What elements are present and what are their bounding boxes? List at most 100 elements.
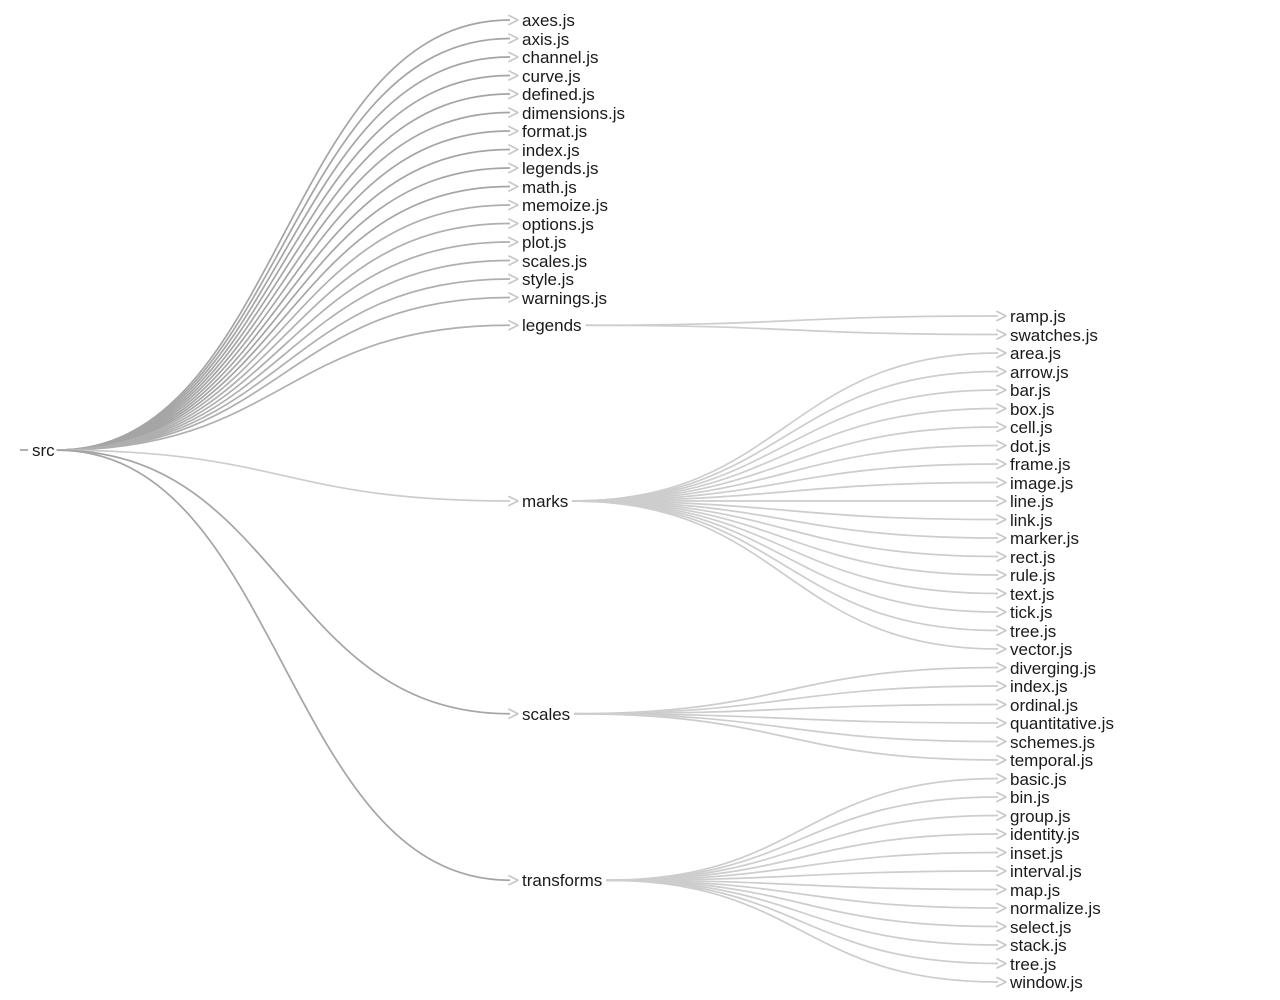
tree-link [572,427,998,501]
arrow-icon [997,737,1006,746]
node-folder-legends: legends [522,317,582,334]
node-file-inset-js: inset.js [1010,845,1063,862]
arrow-icon [997,330,1006,339]
arrow-icon [997,941,1006,950]
tree-link [606,880,998,889]
node-file-rule-js: rule.js [1010,567,1055,584]
tree-link [57,450,510,880]
arrow-icon [509,293,518,302]
arrow-icon [997,349,1006,358]
node-file-temporal-js: temporal.js [1010,752,1093,769]
arrow-icon [509,71,518,80]
node-file-defined-js: defined.js [522,86,595,103]
tree-link [57,298,510,451]
node-file-tree-js: tree.js [1010,956,1056,973]
tree-link [606,880,998,945]
node-file-vector-js: vector.js [1010,641,1072,658]
arrow-icon [997,959,1006,968]
node-file-tree-js: tree.js [1010,623,1056,640]
tree-link [57,150,510,451]
arrow-icon [509,238,518,247]
tree-link [57,20,510,450]
arrow-icon [509,709,518,718]
tree-link [572,501,998,520]
tree-link [572,446,998,502]
tree-link [606,797,998,880]
node-file-rect-js: rect.js [1010,549,1055,566]
tree-link [57,168,510,450]
node-file-link-js: link.js [1010,512,1053,529]
tree-link [572,390,998,501]
tree-link [572,464,998,501]
tree-link [572,372,998,502]
tree-link [572,501,998,557]
arrow-icon [997,645,1006,654]
node-file-channel-js: channel.js [522,49,599,66]
arrow-icon [997,478,1006,487]
arrow-icon [997,423,1006,432]
tree-link [57,131,510,450]
node-file-group-js: group.js [1010,808,1070,825]
tree-link [606,871,998,880]
arrow-icon [997,497,1006,506]
node-file-axes-js: axes.js [522,12,575,29]
tree-link [572,501,998,631]
tree-link [574,714,998,723]
tree-link [574,705,998,714]
node-file-scales-js: scales.js [522,253,587,270]
arrow-icon [997,312,1006,321]
tree-link [606,853,998,881]
arrow-icon [509,127,518,136]
arrow-icon [997,589,1006,598]
tree-link [57,94,510,450]
tree-link [606,816,998,881]
arrow-icon [997,682,1006,691]
tree-link [57,261,510,451]
root-tick [20,449,28,451]
arrow-icon [997,978,1006,987]
tree-link [57,279,510,450]
tree-link [574,686,998,714]
arrow-icon [997,441,1006,450]
tree-link [606,880,998,982]
tree-link [57,450,510,714]
arrow-icon [997,830,1006,839]
tree-link [606,880,998,963]
arrow-icon [997,885,1006,894]
tree-link [574,714,998,760]
tree-link [572,501,998,575]
arrow-icon [509,164,518,173]
node-file-box-js: box.js [1010,401,1054,418]
node-file-swatches-js: swatches.js [1010,327,1098,344]
tree-link [57,113,510,451]
tree-link [57,242,510,450]
node-file-diverging-js: diverging.js [1010,660,1096,677]
tree-link [572,501,998,649]
arrow-icon [509,108,518,117]
tree-link [586,325,998,334]
arrow-icon [997,626,1006,635]
arrow-icon [997,774,1006,783]
arrow-icon [509,53,518,62]
tree-link [57,325,510,450]
tree-link [572,483,998,502]
arrow-icon [997,571,1006,580]
tree-link [572,501,998,612]
arrow-icon [997,552,1006,561]
arrow-icon [509,219,518,228]
node-file-bin-js: bin.js [1010,789,1050,806]
node-file-tick-js: tick.js [1010,604,1053,621]
arrow-icon [509,182,518,191]
arrow-icon [997,534,1006,543]
arrow-icon [997,460,1006,469]
node-file-basic-js: basic.js [1010,771,1067,788]
node-file-identity-js: identity.js [1010,826,1080,843]
node-file-index-js: index.js [1010,678,1068,695]
tree-link [606,779,998,881]
node-file-legends-js: legends.js [522,160,599,177]
arrow-icon [997,404,1006,413]
node-file-ordinal-js: ordinal.js [1010,697,1078,714]
tree-link [57,57,510,450]
arrow-icon [509,321,518,330]
node-file-image-js: image.js [1010,475,1073,492]
